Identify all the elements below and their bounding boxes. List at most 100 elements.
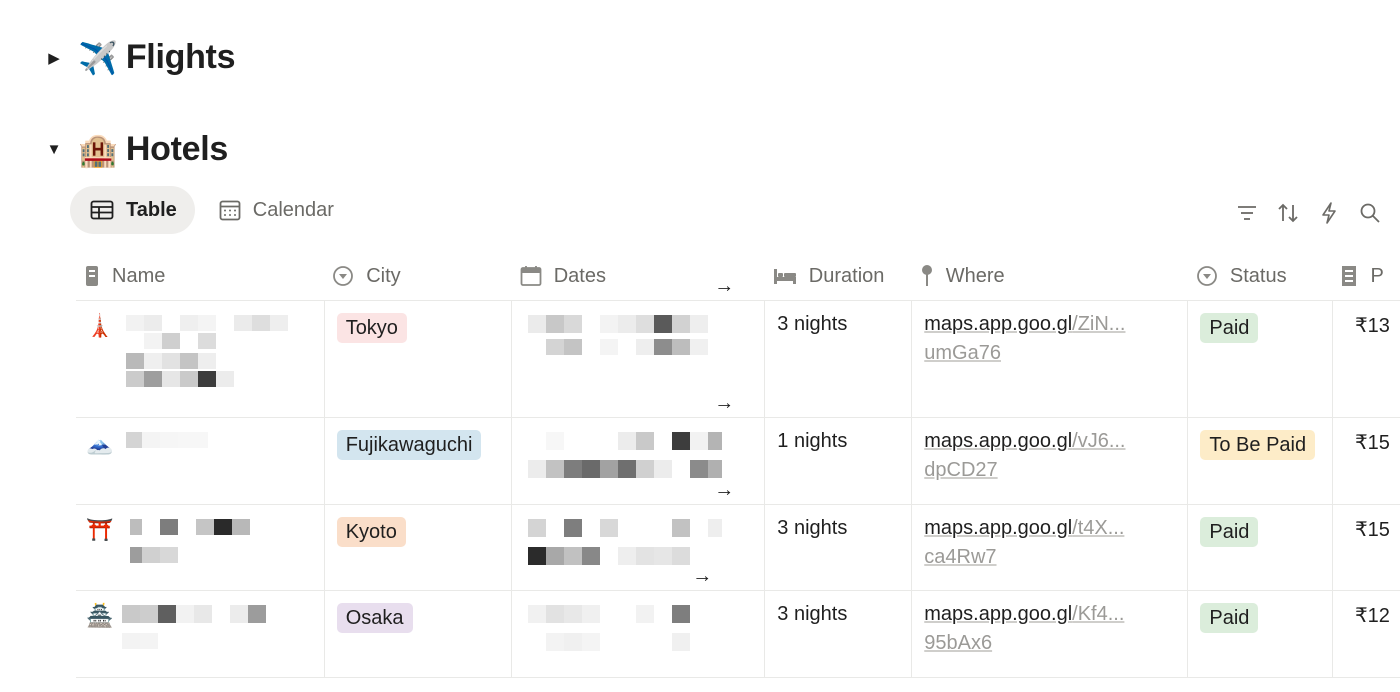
duration-cell[interactable]: 3 nights — [764, 590, 913, 678]
hotel-icon: 🏨 — [78, 131, 118, 168]
airplane-icon: ✈️ — [78, 39, 118, 76]
status-tag: To Be Paid — [1200, 430, 1316, 460]
select-column-icon — [1196, 266, 1217, 286]
map-link-path[interactable]: /Kf4... — [1072, 603, 1124, 625]
date-range-arrow: → — [692, 565, 713, 587]
date-range-arrow: → — [714, 479, 735, 501]
column-header-city[interactable]: City — [324, 252, 512, 301]
duration-cell[interactable]: 1 nights — [764, 417, 913, 505]
section-title-hotels: Hotels — [125, 130, 228, 168]
expanded-toggle-icon[interactable]: ▼ — [44, 140, 64, 160]
name-cell[interactable]: 🗻 — [76, 417, 325, 505]
mount-fuji-icon: 🗻 — [86, 430, 114, 455]
name-cell[interactable]: 🗼 — [76, 300, 325, 418]
city-cell[interactable]: Osaka — [324, 590, 513, 678]
calendar-icon — [219, 200, 241, 221]
column-header-price[interactable]: P — [1332, 252, 1400, 301]
where-cell[interactable]: maps.app.goo.gl/vJ6... dpCD27 — [911, 417, 1189, 505]
map-link-path-end[interactable]: 95bAx6 — [924, 632, 992, 654]
tokyo-tower-icon: 🗼 — [86, 313, 114, 338]
status-cell[interactable]: Paid — [1187, 300, 1333, 418]
where-cell[interactable]: maps.app.goo.gl/t4X... ca4Rw7 — [911, 504, 1189, 591]
table-row[interactable]: ⛩️ Kyoto → 3 nights maps.app.goo.gl/t4X.… — [76, 479, 1400, 591]
price-cell[interactable]: ₹12 — [1332, 590, 1400, 678]
select-column-icon — [333, 266, 354, 286]
redacted-name — [121, 605, 266, 649]
map-link-domain[interactable]: maps.app.goo.gl — [924, 517, 1072, 539]
city-cell[interactable]: Fujikawaguchi — [324, 417, 513, 505]
status-cell[interactable]: Paid — [1187, 504, 1333, 591]
status-tag: Paid — [1200, 603, 1259, 633]
status-cell[interactable]: Paid — [1187, 590, 1333, 678]
redacted-name — [129, 519, 250, 563]
status-cell[interactable]: To Be Paid — [1187, 417, 1333, 505]
map-link-domain[interactable]: maps.app.goo.gl — [924, 313, 1072, 335]
receipt-icon — [1342, 266, 1357, 286]
redacted-name — [125, 432, 208, 448]
duration-cell[interactable]: 3 nights — [764, 300, 913, 418]
column-header-name[interactable]: Name — [76, 252, 325, 301]
name-cell[interactable]: ⛩️ — [76, 504, 325, 591]
dates-cell[interactable]: → — [511, 565, 766, 678]
bed-icon — [773, 269, 796, 284]
tab-calendar-label: Calendar — [252, 198, 334, 221]
tab-table[interactable]: Table — [70, 186, 195, 234]
collapsed-toggle-icon[interactable]: ▶ — [44, 48, 64, 68]
city-tag: Fujikawaguchi — [336, 430, 482, 460]
price-cell[interactable]: ₹15 — [1332, 504, 1400, 591]
table-row[interactable]: 🗻 Fujikawaguchi → 1 nights maps.app.goo.… — [76, 392, 1400, 505]
pin-icon — [921, 265, 932, 286]
city-tag: Tokyo — [336, 313, 407, 343]
table-icon — [90, 200, 114, 220]
search-icon[interactable] — [1357, 200, 1383, 226]
city-cell[interactable]: Tokyo — [324, 300, 513, 418]
tab-calendar[interactable]: Calendar — [199, 186, 352, 234]
column-header-duration[interactable]: Duration — [764, 252, 912, 301]
city-tag: Osaka — [336, 603, 413, 633]
torii-gate-icon: ⛩️ — [86, 517, 114, 542]
map-link-domain[interactable]: maps.app.goo.gl — [924, 603, 1072, 625]
view-tabs: Table Calendar — [70, 186, 356, 234]
table-row[interactable]: 🗼 Tokyo → 3 nights maps.app.goo.gl/ZiN..… — [76, 275, 1400, 418]
header-row: Name City Dates Duration Where Status P — [76, 252, 1400, 301]
sort-icon[interactable] — [1275, 200, 1301, 226]
where-cell[interactable]: maps.app.goo.gl/ZiN... umGa76 — [911, 300, 1189, 418]
map-link-path[interactable]: /t4X... — [1072, 517, 1124, 539]
flights-heading: ▶ ✈️ Flights — [44, 38, 235, 77]
redacted-name — [125, 315, 288, 387]
city-cell[interactable]: Kyoto — [324, 504, 513, 591]
section-title-flights: Flights — [125, 38, 236, 76]
map-link-path[interactable]: /vJ6... — [1072, 430, 1125, 452]
japanese-castle-icon: 🏯 — [86, 603, 114, 628]
redacted-dates — [528, 315, 709, 355]
date-range-arrow: → — [714, 392, 735, 414]
price-cell[interactable]: ₹15 — [1332, 417, 1400, 505]
redacted-dates — [528, 432, 723, 478]
redacted-dates — [528, 605, 691, 651]
database-toolbar — [1234, 200, 1398, 226]
map-link-path-end[interactable]: ca4Rw7 — [924, 546, 996, 568]
price-cell[interactable]: ₹13 — [1332, 300, 1400, 418]
dates-cell[interactable]: → — [511, 479, 766, 591]
map-link-path[interactable]: /ZiN... — [1072, 313, 1125, 335]
table-row[interactable]: 🏯 Osaka → 3 nights maps.app.goo.gl/Kf4..… — [76, 565, 1400, 678]
status-tag: Paid — [1200, 517, 1259, 547]
date-range-arrow: → — [714, 275, 735, 297]
map-link-domain[interactable]: maps.app.goo.gl — [924, 430, 1072, 452]
name-column-icon — [86, 266, 98, 286]
filter-icon[interactable] — [1234, 200, 1260, 226]
hotels-heading: ▼ 🏨 Hotels — [44, 130, 229, 169]
name-cell[interactable]: 🏯 — [76, 590, 325, 678]
date-column-icon — [520, 266, 542, 286]
hotels-table: Name City Dates Duration Where Status P — [76, 252, 1400, 678]
column-header-where[interactable]: Where — [911, 252, 1188, 301]
status-tag: Paid — [1200, 313, 1259, 343]
map-link-path-end[interactable]: dpCD27 — [924, 459, 997, 481]
column-header-status[interactable]: Status — [1187, 252, 1333, 301]
map-link-path-end[interactable]: umGa76 — [924, 342, 1001, 364]
where-cell[interactable]: maps.app.goo.gl/Kf4... 95bAx6 — [911, 590, 1189, 678]
automation-icon[interactable] — [1316, 200, 1342, 226]
duration-cell[interactable]: 3 nights — [764, 504, 913, 591]
city-tag: Kyoto — [336, 517, 406, 547]
tab-table-label: Table — [126, 198, 177, 221]
